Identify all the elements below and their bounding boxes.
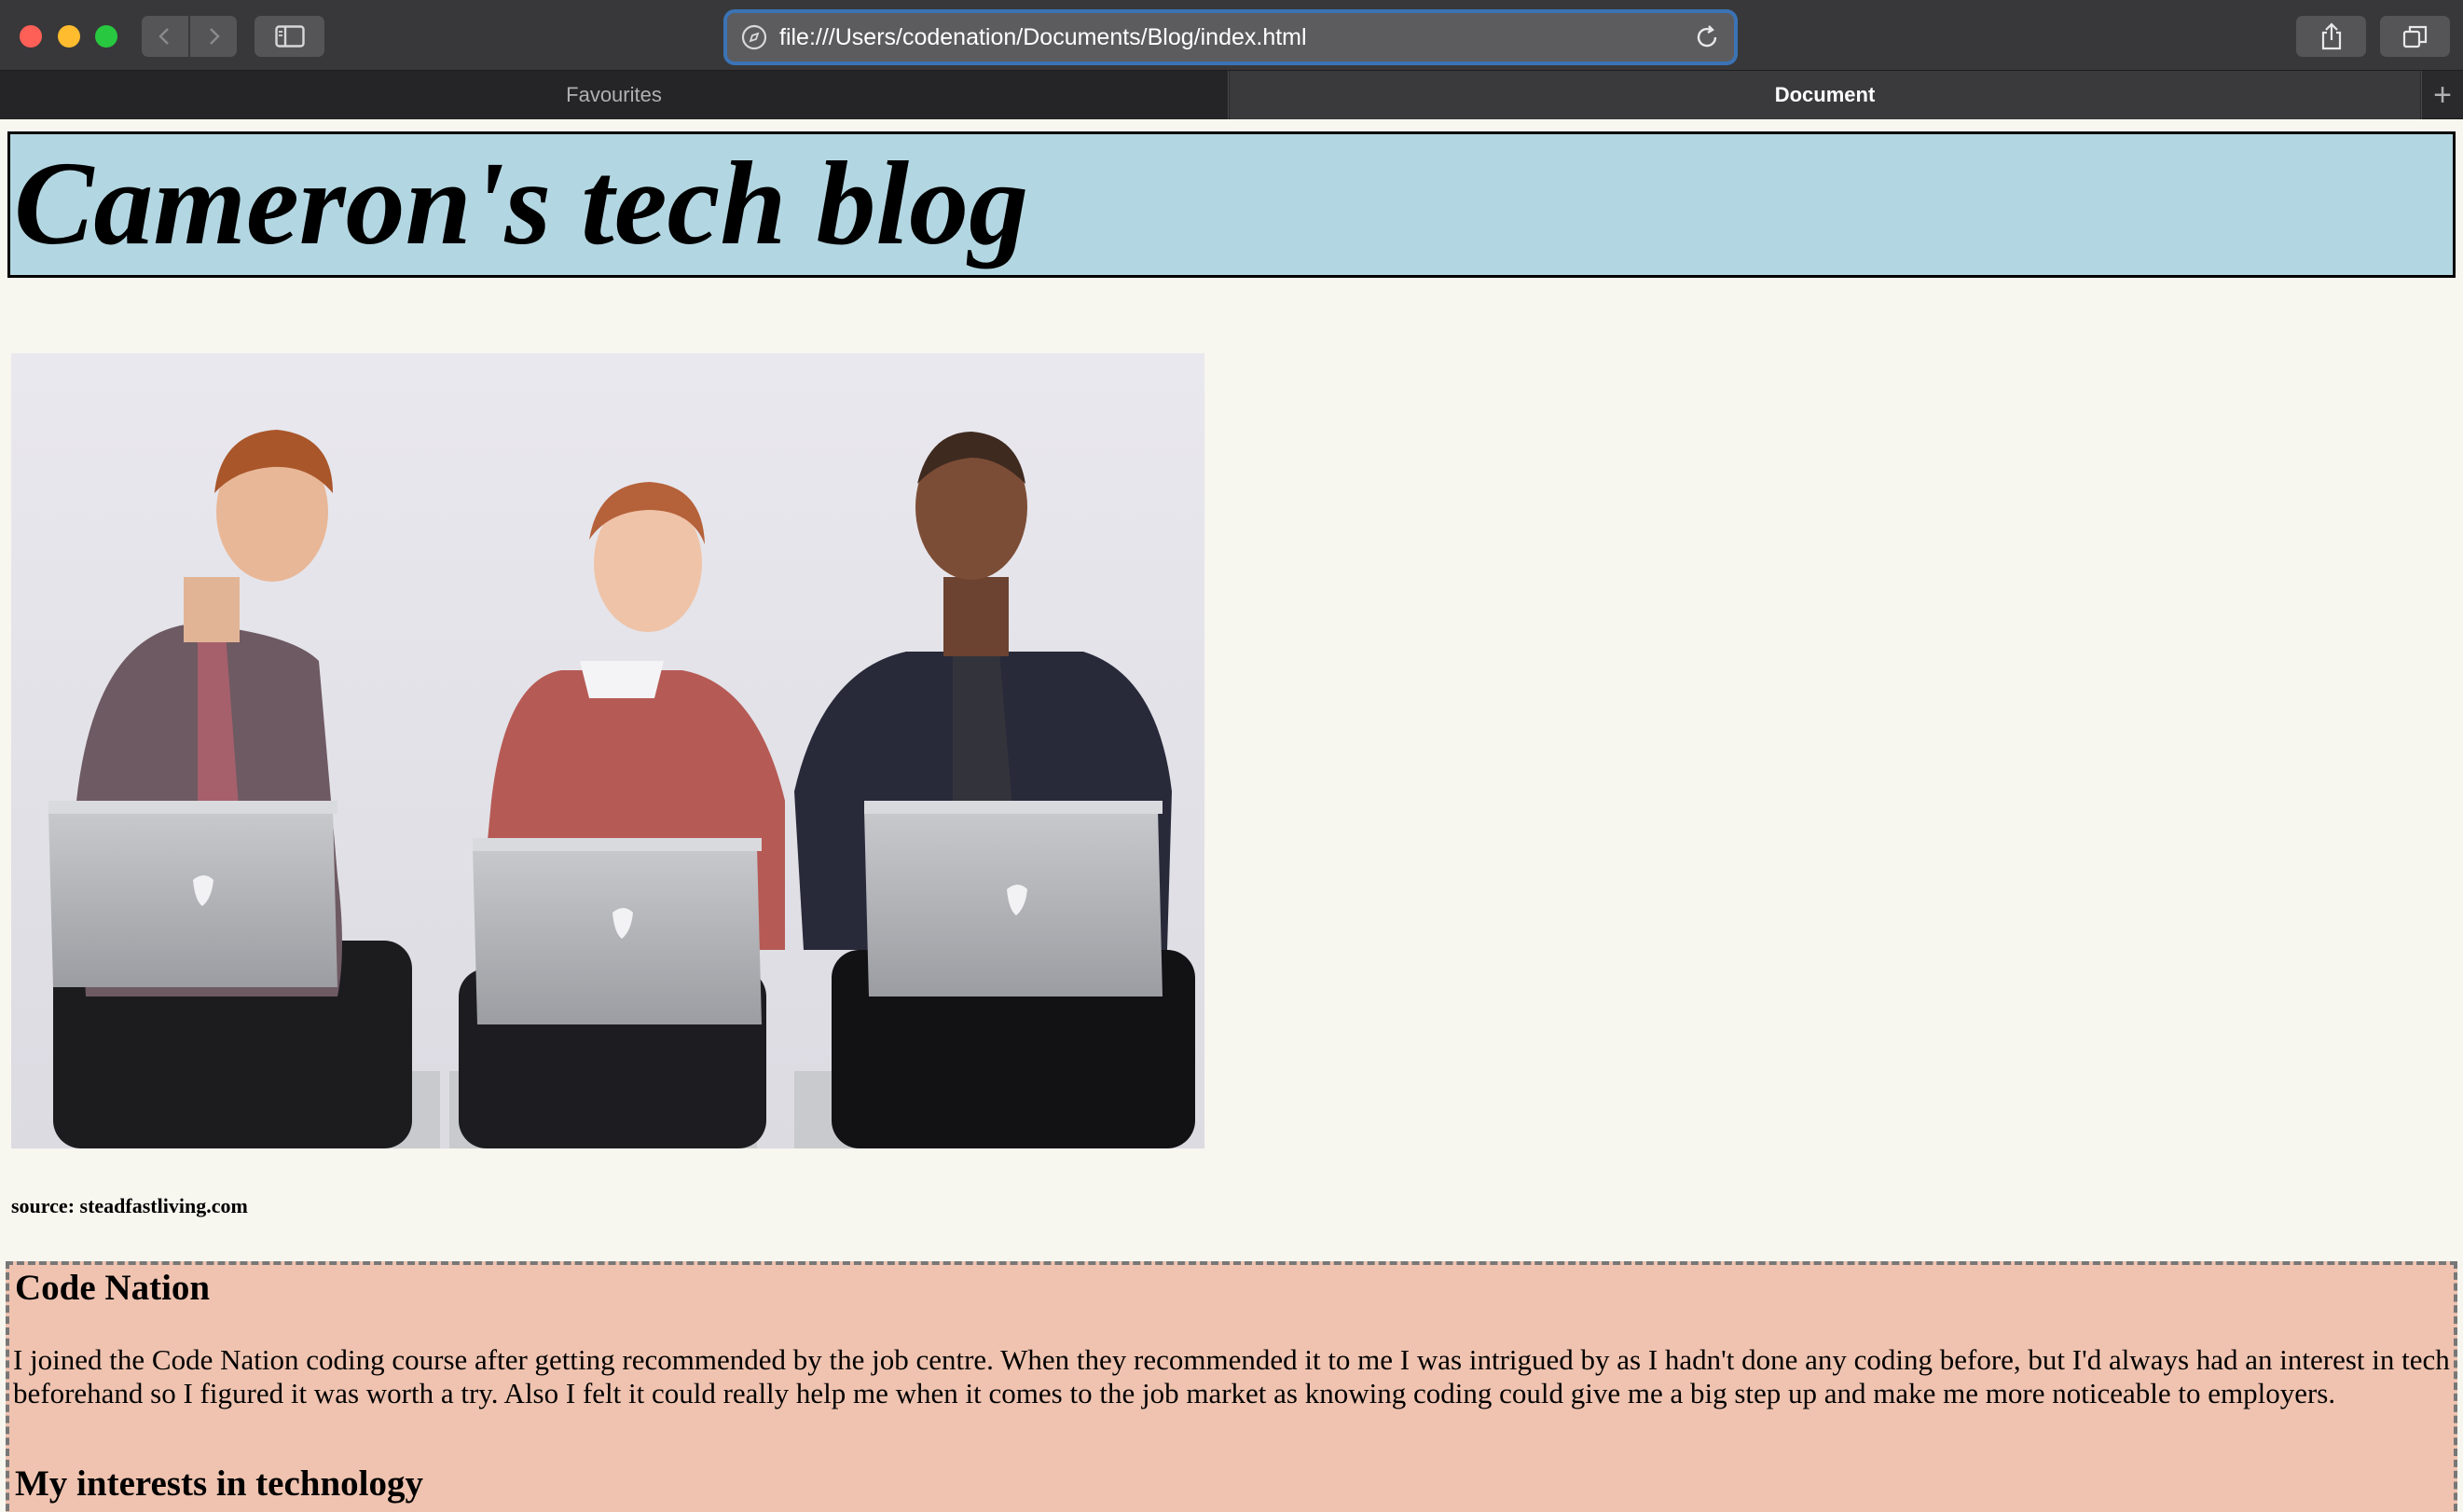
zoom-window-button[interactable] xyxy=(95,25,117,48)
minimize-window-button[interactable] xyxy=(58,25,80,48)
tab-overview-button[interactable] xyxy=(2380,16,2450,57)
share-button[interactable] xyxy=(2296,16,2366,57)
url-text[interactable]: file:///Users/codenation/Documents/Blog/… xyxy=(779,24,1693,51)
tab-overview-icon xyxy=(2402,25,2427,48)
new-tab-button[interactable]: + xyxy=(2421,71,2463,119)
section-heading-2: My interests in technology xyxy=(15,1464,423,1504)
hero-image xyxy=(11,353,1204,1148)
close-window-button[interactable] xyxy=(20,25,42,48)
content-section: Code Nation I joined the Code Nation cod… xyxy=(6,1261,2457,1512)
back-button[interactable] xyxy=(142,16,188,57)
plus-icon: + xyxy=(2433,76,2452,113)
image-source-caption: source: steadfastliving.com xyxy=(11,1194,248,1217)
reload-icon[interactable] xyxy=(1693,23,1721,51)
tab-bar: Favourites Document + xyxy=(0,71,2463,119)
chevron-right-icon xyxy=(210,28,220,45)
tab-favourites[interactable]: Favourites xyxy=(0,71,1229,119)
tab-document[interactable]: Document xyxy=(1230,71,2420,119)
compass-icon xyxy=(741,24,767,50)
chevron-left-icon xyxy=(158,28,169,45)
forward-button[interactable] xyxy=(190,16,237,57)
web-page: Cameron's tech blog source: steadfastliv… xyxy=(0,120,2463,1512)
address-bar[interactable]: file:///Users/codenation/Documents/Blog/… xyxy=(727,13,1734,62)
sidebar-toggle-button[interactable] xyxy=(255,16,324,57)
page-title: Cameron's tech blog xyxy=(14,137,1029,269)
section-heading: Code Nation xyxy=(15,1268,211,1308)
section-paragraph: I joined the Code Nation coding course a… xyxy=(13,1343,2450,1409)
blog-header: Cameron's tech blog xyxy=(7,131,2456,278)
share-icon xyxy=(2321,22,2341,50)
sidebar-icon xyxy=(274,25,305,48)
browser-toolbar: file:///Users/codenation/Documents/Blog/… xyxy=(0,0,2463,71)
